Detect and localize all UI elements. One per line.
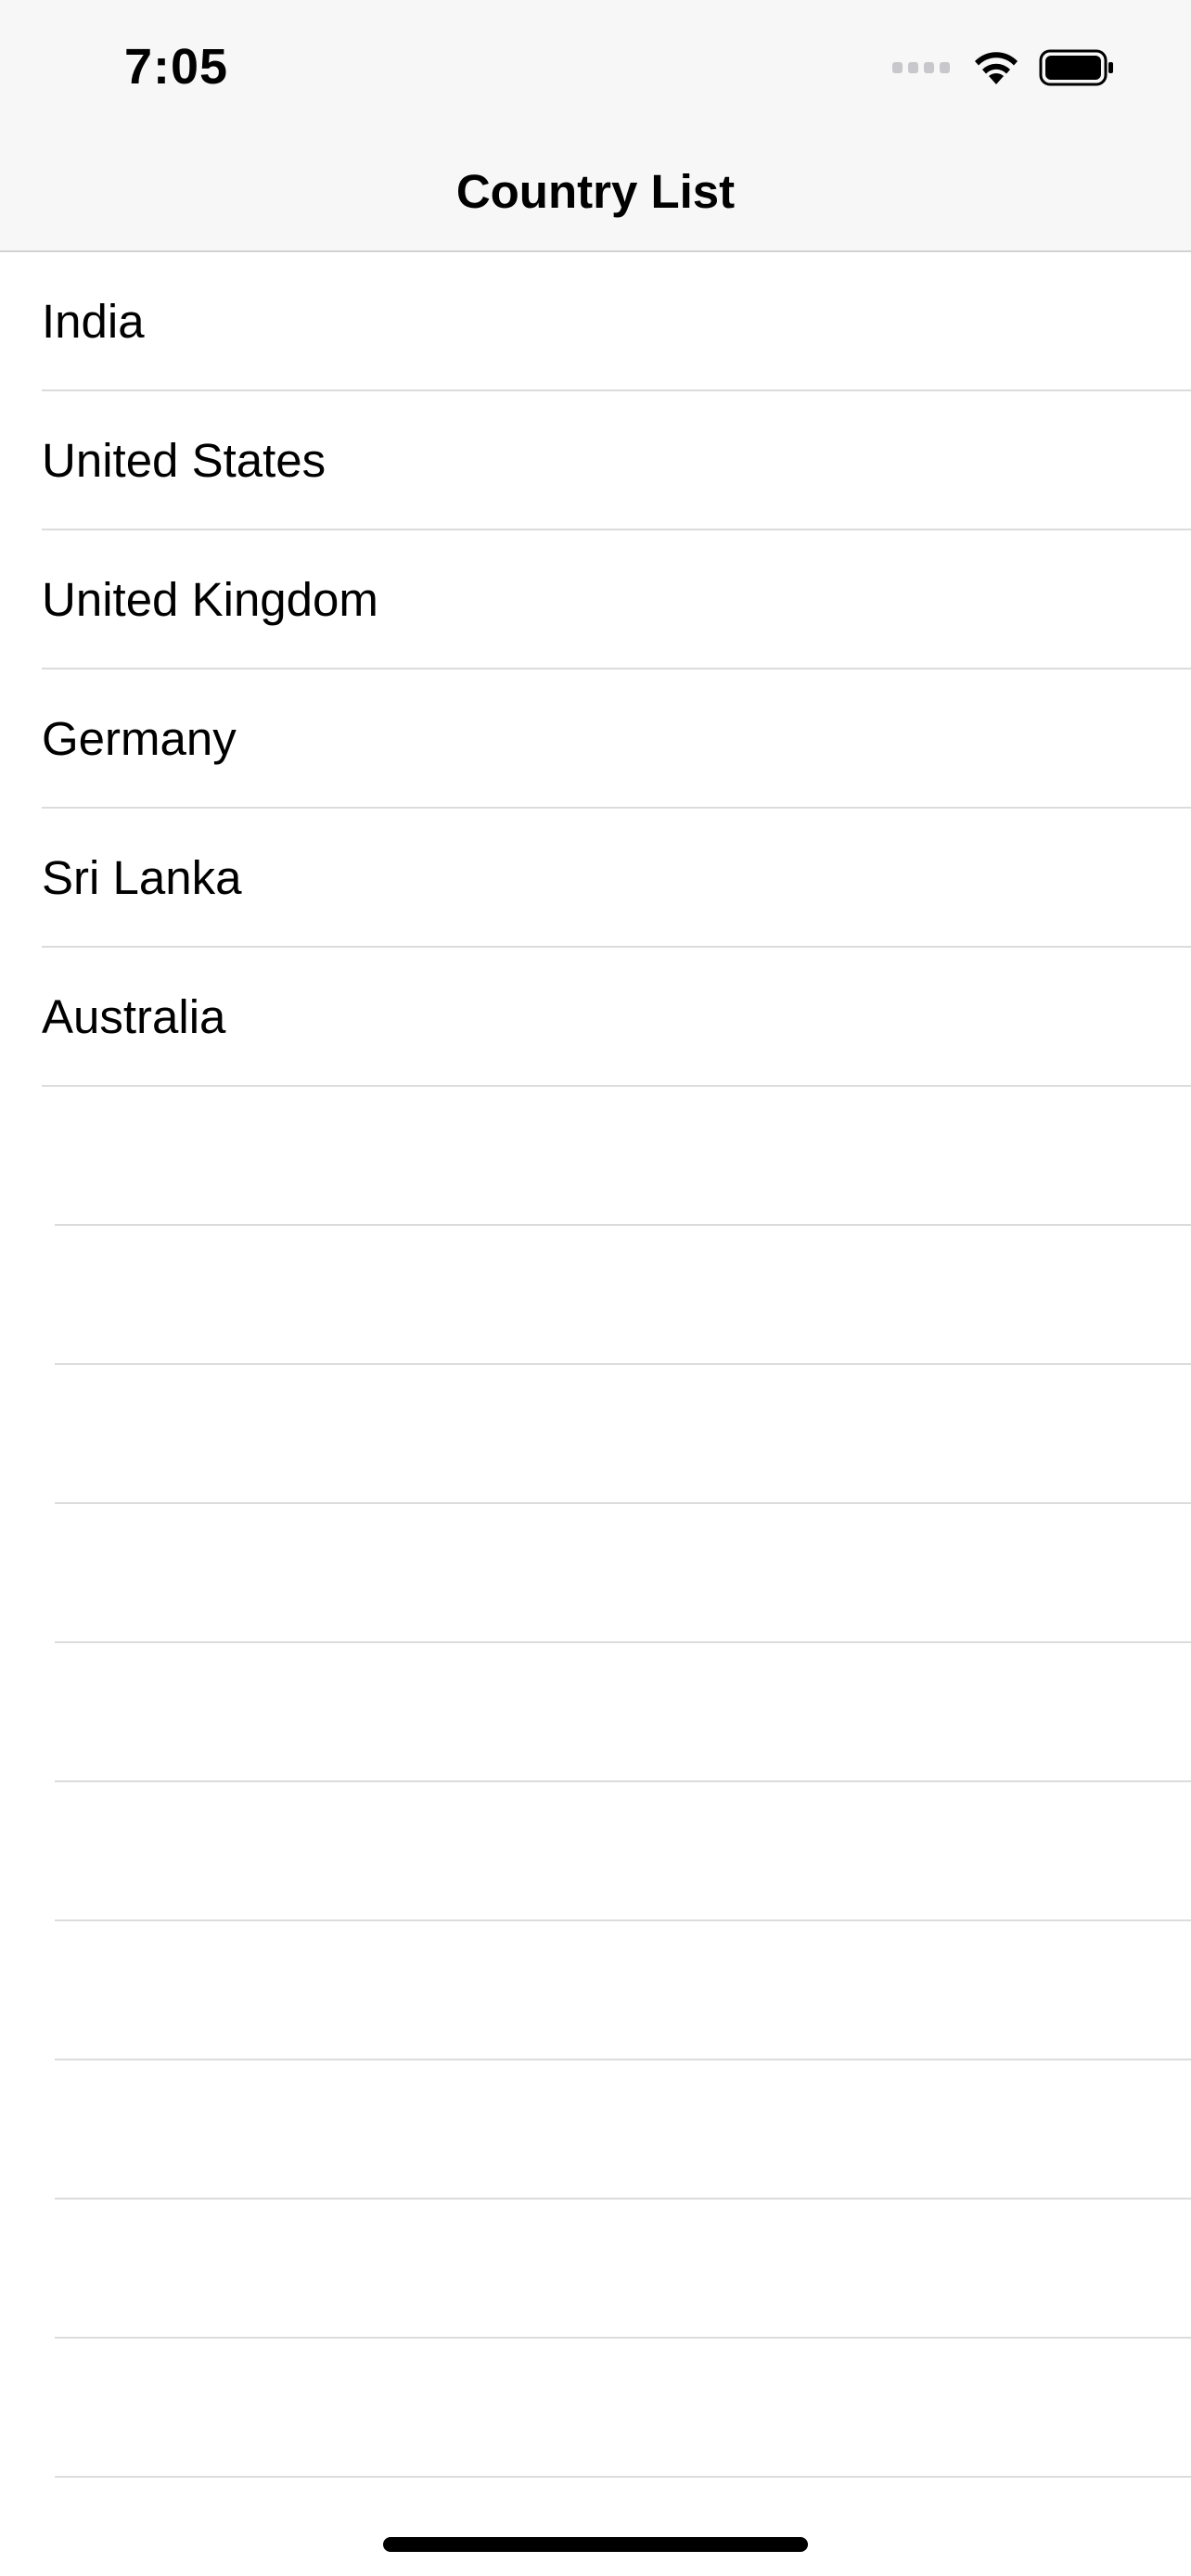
country-label: Germany [42, 712, 237, 765]
header: 7:05 Country List [0, 0, 1191, 252]
country-label: Sri Lanka [42, 851, 242, 904]
status-time: 7:05 [124, 39, 229, 95]
page-title: Country List [455, 165, 736, 218]
country-label: India [42, 295, 145, 348]
country-label: Australia [42, 990, 226, 1043]
empty-row [0, 2200, 1191, 2339]
country-row-united-states[interactable]: United States [0, 391, 1191, 530]
country-label: United Kingdom [42, 573, 378, 626]
country-row-sri-lanka[interactable]: Sri Lanka [0, 809, 1191, 948]
home-indicator[interactable] [383, 2537, 808, 2552]
country-label: United States [42, 434, 327, 487]
country-list-screen: 7:05 Country List India United States Un… [0, 0, 1191, 2576]
empty-row [0, 1226, 1191, 1365]
empty-row [0, 1087, 1191, 1226]
empty-row [0, 1504, 1191, 1643]
wifi-icon [975, 52, 1018, 84]
empty-row [0, 1365, 1191, 1504]
country-table: India United States United Kingdom Germa… [0, 252, 1191, 2478]
country-row-united-kingdom[interactable]: United Kingdom [0, 530, 1191, 670]
country-row-india[interactable]: India [0, 252, 1191, 391]
cellular-signal-icon [892, 62, 950, 73]
status-icons [892, 43, 1115, 93]
country-row-germany[interactable]: Germany [0, 670, 1191, 809]
empty-row [0, 1643, 1191, 1782]
empty-row [0, 2339, 1191, 2478]
empty-row [0, 1782, 1191, 1921]
empty-row [0, 2060, 1191, 2200]
country-row-australia[interactable]: Australia [0, 948, 1191, 1087]
battery-icon [1039, 49, 1113, 86]
empty-row [0, 1921, 1191, 2060]
